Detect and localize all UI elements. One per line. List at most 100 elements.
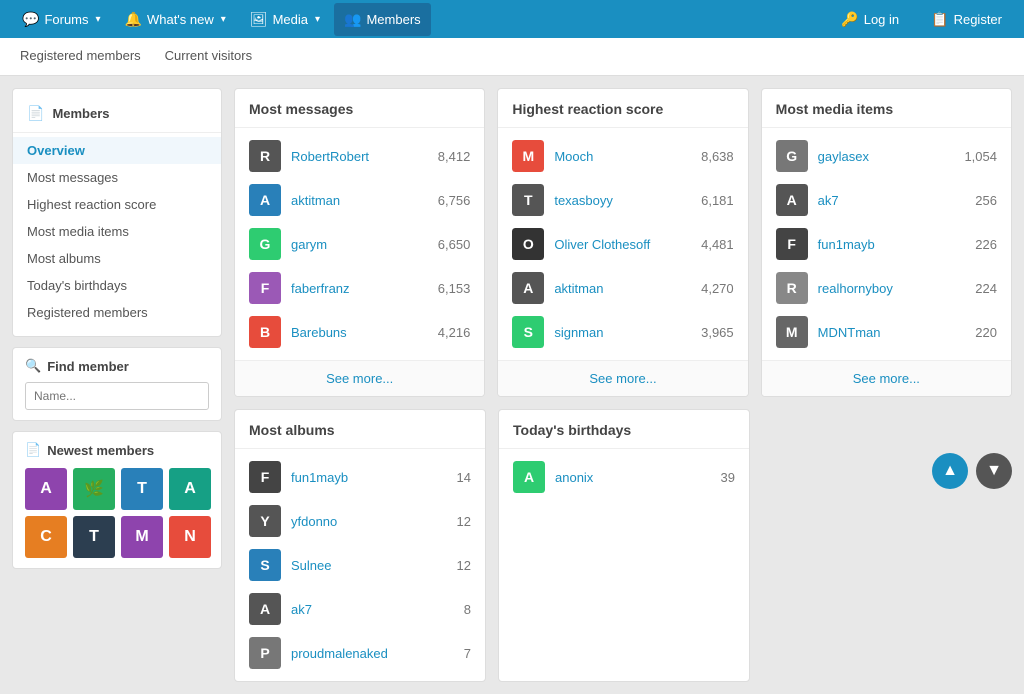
birthdays-list: A anonix 39 (499, 449, 749, 505)
username-link[interactable]: signman (554, 325, 691, 340)
members-icon: 👥 (344, 11, 361, 28)
scroll-down-button[interactable]: ▼ (976, 453, 1012, 489)
nav-register[interactable]: 📋 Register (921, 3, 1012, 36)
subnav-visitors[interactable]: Current visitors (161, 38, 256, 75)
newest-member-avatar-1[interactable]: 🌿 (73, 468, 115, 510)
nav-forums[interactable]: 💬 Forums ▾ (12, 3, 111, 36)
username-link[interactable]: ak7 (291, 602, 454, 617)
username-link[interactable]: aktitman (554, 281, 691, 296)
sidebar-item-overview[interactable]: Overview (13, 137, 221, 164)
nav-whats-new[interactable]: 🔔 What's new ▾ (115, 3, 236, 36)
username-link[interactable]: aktitman (291, 193, 428, 208)
avatar: S (512, 316, 544, 348)
scroll-buttons: ▲ ▼ (932, 453, 1012, 489)
avatar: Y (249, 505, 281, 537)
table-row: A ak7 8 (235, 587, 485, 631)
newest-member-avatar-2[interactable]: T (121, 468, 163, 510)
newest-member-avatar-4[interactable]: C (25, 516, 67, 558)
content-row-1: Most messages R RobertRobert 8,412 A akt… (234, 88, 1012, 397)
username-link[interactable]: garym (291, 237, 428, 252)
find-member-input[interactable] (25, 382, 209, 410)
scroll-up-button[interactable]: ▲ (932, 453, 968, 489)
table-row: P proudmalenaked 7 (235, 631, 485, 675)
register-icon: 📋 (931, 11, 948, 28)
most-media-title: Most media items (762, 89, 1011, 128)
highest-reaction-panel: Highest reaction score M Mooch 8,638 T t… (497, 88, 748, 397)
newest-member-avatar-0[interactable]: A (25, 468, 67, 510)
nav-login[interactable]: 🔑 Log in (831, 3, 909, 36)
spacer (762, 409, 1012, 682)
nav-login-label: Log in (864, 12, 899, 27)
see-more-media-button[interactable]: See more... (762, 360, 1011, 396)
nav-media-label: Media (273, 12, 308, 27)
most-albums-panel: Most albums F fun1mayb 14 Y yfdonno (234, 409, 486, 682)
username-link[interactable]: Oliver Clothesoff (554, 237, 691, 252)
sidebar-item-birthdays[interactable]: Today's birthdays (13, 272, 221, 299)
username-link[interactable]: realhornyboy (818, 281, 966, 296)
count-value: 224 (975, 281, 997, 296)
count-value: 7 (464, 646, 471, 661)
table-row: A ak7 256 (762, 178, 1011, 222)
most-messages-list: R RobertRobert 8,412 A aktitman 6,756 (235, 128, 484, 360)
most-messages-panel: Most messages R RobertRobert 8,412 A akt… (234, 88, 485, 397)
count-value: 256 (975, 193, 997, 208)
username-link[interactable]: Sulnee (291, 558, 447, 573)
sidebar-item-registered[interactable]: Registered members (13, 299, 221, 326)
media-icon: 🖼 (250, 11, 268, 28)
username-link[interactable]: gaylasex (818, 149, 955, 164)
forums-icon: 💬 (22, 11, 39, 28)
find-member-icon: 🔍 (25, 358, 41, 374)
username-link[interactable]: faberfranz (291, 281, 428, 296)
count-value: 6,650 (438, 237, 471, 252)
username-link[interactable]: proudmalenaked (291, 646, 454, 661)
username-link[interactable]: ak7 (818, 193, 966, 208)
username-link[interactable]: fun1mayb (291, 470, 447, 485)
subnav-registered[interactable]: Registered members (16, 38, 145, 75)
avatar: P (249, 637, 281, 669)
sidebar-item-highest-reaction[interactable]: Highest reaction score (13, 191, 221, 218)
avatar: S (249, 549, 281, 581)
nav-whats-new-label: What's new (147, 12, 214, 27)
table-row: B Barebuns 4,216 (235, 310, 484, 354)
username-link[interactable]: Barebuns (291, 325, 428, 340)
username-link[interactable]: MDNTman (818, 325, 966, 340)
most-messages-title: Most messages (235, 89, 484, 128)
avatar: R (249, 140, 281, 172)
avatar: M (512, 140, 544, 172)
username-link[interactable]: RobertRobert (291, 149, 428, 164)
newest-member-avatar-5[interactable]: T (73, 516, 115, 558)
members-menu-header: 📄 Members (13, 99, 221, 133)
avatar: A (776, 184, 808, 216)
members-menu-title: Members (52, 106, 109, 121)
sidebar-item-most-albums[interactable]: Most albums (13, 245, 221, 272)
see-more-reaction-button[interactable]: See more... (498, 360, 747, 396)
table-row: S Sulnee 12 (235, 543, 485, 587)
nav-members[interactable]: 👥 Members (334, 3, 431, 36)
username-link[interactable]: fun1mayb (818, 237, 966, 252)
username-link[interactable]: texasboyy (554, 193, 691, 208)
whats-new-chevron: ▾ (221, 14, 226, 25)
newest-members-section: 📄 Newest members A 🌿 T A C T M N (12, 431, 222, 569)
table-row: G garym 6,650 (235, 222, 484, 266)
see-more-messages-button[interactable]: See more... (235, 360, 484, 396)
username-link[interactable]: Mooch (554, 149, 691, 164)
media-chevron: ▾ (315, 14, 320, 25)
table-row: F faberfranz 6,153 (235, 266, 484, 310)
count-value: 8,412 (438, 149, 471, 164)
forums-chevron: ▾ (96, 14, 101, 25)
nav-forums-label: Forums (44, 12, 88, 27)
sidebar-item-most-media[interactable]: Most media items (13, 218, 221, 245)
avatar: A (249, 184, 281, 216)
newest-member-avatar-3[interactable]: A (169, 468, 211, 510)
sidebar-item-most-messages[interactable]: Most messages (13, 164, 221, 191)
newest-member-avatar-6[interactable]: M (121, 516, 163, 558)
newest-member-avatar-7[interactable]: N (169, 516, 211, 558)
count-value: 226 (975, 237, 997, 252)
username-link[interactable]: yfdonno (291, 514, 447, 529)
nav-media[interactable]: 🖼 Media ▾ (240, 3, 330, 36)
main-container: 📄 Members Overview Most messages Highest… (0, 76, 1024, 694)
highest-reaction-list: M Mooch 8,638 T texasboyy 6,181 (498, 128, 747, 360)
most-albums-list: F fun1mayb 14 Y yfdonno 12 S (235, 449, 485, 681)
username-link[interactable]: anonix (555, 470, 711, 485)
birthdays-panel: Today's birthdays A anonix 39 (498, 409, 750, 682)
